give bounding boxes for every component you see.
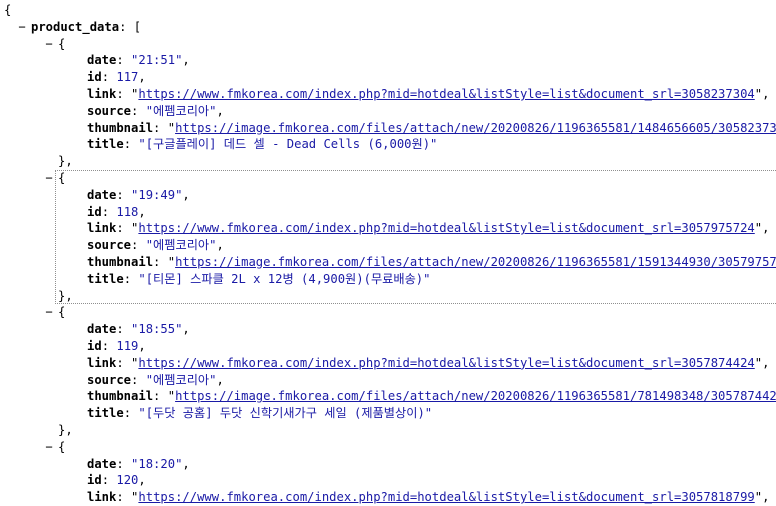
item-toggle-0[interactable]: − xyxy=(43,36,55,53)
thumbnail-url-link[interactable]: https://image.fmkorea.com/files/attach/n… xyxy=(175,121,776,135)
field-link-0: link: "https://www.fmkorea.com/index.php… xyxy=(87,86,769,103)
colon: : xyxy=(153,389,168,404)
id-value: 119 xyxy=(116,339,139,353)
item-brace: }, xyxy=(58,423,73,437)
source-value: "에펨코리아" xyxy=(145,103,217,118)
field-source-0: source: "에펨코리아", xyxy=(87,103,224,120)
date-value: "21:51" xyxy=(131,53,183,68)
field-key-id: id xyxy=(87,339,102,353)
quote: " xyxy=(167,389,176,404)
colon: : xyxy=(131,372,146,387)
field-key-source: source xyxy=(87,372,132,387)
field-title-2: title: "[두닷 공홈] 두닷 신학기새가구 세일 (제품별상이)" xyxy=(87,405,432,422)
brace: { xyxy=(4,3,12,17)
product-data-toggle[interactable]: − xyxy=(16,19,28,36)
item-toggle-2[interactable]: − xyxy=(43,304,55,321)
quote: " xyxy=(167,120,176,135)
item-open-brace-3: { xyxy=(58,439,65,456)
comma: , xyxy=(762,490,770,505)
title-value: "[구글플레이] 데드 셀 - Dead Cells (6,000원)" xyxy=(138,137,438,152)
field-key-thumbnail: thumbnail xyxy=(87,389,154,404)
source-value: "에펨코리아" xyxy=(145,372,217,387)
item-brace: { xyxy=(58,36,66,51)
field-date-2: date: "18:55", xyxy=(87,321,190,338)
comma: , xyxy=(182,322,190,337)
date-value: "18:55" xyxy=(131,322,183,337)
product-data-line: product_data: [ xyxy=(31,19,141,36)
item-toggle-1[interactable]: − xyxy=(43,170,55,187)
id-value: 117 xyxy=(116,70,139,85)
title-value: "[두닷 공홈] 두닷 신학기새가구 세일 (제품별상이)" xyxy=(138,406,433,421)
link-url-link[interactable]: https://www.fmkorea.com/index.php?mid=ho… xyxy=(138,356,754,370)
field-key-date: date xyxy=(87,456,117,471)
field-key-link: link xyxy=(87,490,117,505)
id-value: 120 xyxy=(116,473,139,488)
comma: , xyxy=(216,372,224,387)
colon: : xyxy=(101,70,117,85)
quote: " xyxy=(754,490,763,505)
colon: : xyxy=(123,137,139,152)
colon: : xyxy=(101,339,117,353)
field-source-2: source: "에펨코리아", xyxy=(87,372,224,389)
comma: , xyxy=(216,103,224,118)
item-close-brace-2: }, xyxy=(58,422,73,439)
comma: , xyxy=(762,355,770,370)
field-id-2: id: 119, xyxy=(87,338,146,355)
field-title-0: title: "[구글플레이] 데드 셀 - Dead Cells (6,000… xyxy=(87,136,437,153)
item-brace: { xyxy=(58,305,66,320)
link-url-link[interactable]: https://www.fmkorea.com/index.php?mid=ho… xyxy=(138,87,754,101)
root-open-brace: { xyxy=(4,2,11,19)
item-open-brace-0: { xyxy=(58,36,65,53)
field-key-source: source xyxy=(87,103,132,118)
date-value: "18:20" xyxy=(131,456,183,471)
item-brace: { xyxy=(58,439,66,454)
field-date-0: date: "21:51", xyxy=(87,52,190,69)
comma: , xyxy=(182,456,190,471)
quote: " xyxy=(754,355,763,370)
field-thumbnail-0: thumbnail: "https://image.fmkorea.com/fi… xyxy=(87,120,776,137)
colon: : xyxy=(116,490,132,505)
field-id-0: id: 117, xyxy=(87,69,146,86)
field-key-thumbnail: thumbnail xyxy=(87,120,154,135)
field-thumbnail-2: thumbnail: "https://image.fmkorea.com/fi… xyxy=(87,388,776,405)
colon: : xyxy=(116,322,132,337)
array-open-bracket: [ xyxy=(133,19,142,34)
field-key-date: date xyxy=(87,322,117,337)
field-link-3: link: "https://www.fmkorea.com/index.php… xyxy=(87,489,769,506)
product-data-key: product_data xyxy=(31,19,120,34)
colon: : xyxy=(116,456,132,471)
field-key-link: link xyxy=(87,87,117,101)
field-id-3: id: 120, xyxy=(87,472,146,489)
item-close-brace-0: }, xyxy=(58,153,73,170)
comma: , xyxy=(138,70,146,85)
item-open-brace-2: { xyxy=(58,304,65,321)
field-key-title: title xyxy=(87,137,124,152)
thumbnail-url-link[interactable]: https://image.fmkorea.com/files/attach/n… xyxy=(175,389,776,403)
quote: " xyxy=(754,87,763,101)
comma: , xyxy=(182,53,190,68)
colon: : xyxy=(123,406,139,421)
field-key-id: id xyxy=(87,473,102,488)
comma: , xyxy=(138,339,146,353)
field-key-date: date xyxy=(87,53,117,68)
hover-outline xyxy=(55,170,776,305)
field-key-id: id xyxy=(87,70,102,85)
colon: : xyxy=(116,355,132,370)
colon: : xyxy=(116,87,132,101)
link-url-link[interactable]: https://www.fmkorea.com/index.php?mid=ho… xyxy=(138,490,754,504)
colon: : xyxy=(116,53,132,68)
item-toggle-3[interactable]: − xyxy=(43,439,55,456)
colon: : xyxy=(153,120,168,135)
colon: : xyxy=(119,19,134,34)
field-key-link: link xyxy=(87,355,117,370)
colon: : xyxy=(101,473,117,488)
field-date-3: date: "18:20", xyxy=(87,456,190,473)
field-key-title: title xyxy=(87,406,124,421)
field-link-2: link: "https://www.fmkorea.com/index.php… xyxy=(87,355,769,372)
comma: , xyxy=(138,473,146,488)
comma: , xyxy=(762,87,770,101)
colon: : xyxy=(131,103,146,118)
item-brace: }, xyxy=(58,154,73,169)
